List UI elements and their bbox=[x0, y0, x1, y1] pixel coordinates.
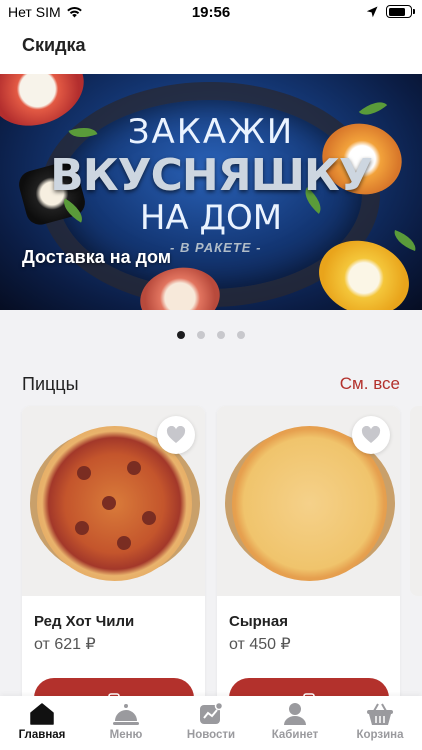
tab-label: Кабинет bbox=[271, 729, 319, 741]
banner-headline-2: ВКУСНЯШКУ bbox=[50, 150, 373, 201]
banner-headline-4: - В РАКЕТЕ - bbox=[170, 240, 262, 255]
see-all-link[interactable]: См. все bbox=[340, 374, 400, 394]
product-card[interactable]: Сырная от 450 ₽ bbox=[217, 406, 400, 706]
home-icon bbox=[30, 703, 54, 725]
topping bbox=[75, 521, 89, 535]
banner-headline-1: ЗАКАЖИ bbox=[127, 112, 295, 152]
product-price: от 621 ₽ bbox=[34, 636, 96, 653]
location-arrow-icon bbox=[366, 6, 378, 17]
tab-home[interactable]: Главная bbox=[0, 702, 84, 741]
tab-label: Меню bbox=[109, 729, 143, 741]
topping bbox=[77, 466, 91, 480]
status-icons bbox=[366, 5, 415, 18]
news-chart-icon bbox=[200, 702, 224, 724]
topping bbox=[117, 536, 131, 550]
section-title: Пиццы bbox=[22, 374, 79, 394]
pager-dot[interactable] bbox=[237, 331, 245, 339]
topping bbox=[142, 511, 156, 525]
heart-icon bbox=[166, 426, 186, 443]
tab-label: Новости bbox=[186, 729, 236, 741]
battery-level bbox=[388, 7, 406, 16]
status-bar: Нет SIM 19:56 bbox=[0, 0, 422, 26]
heart-icon bbox=[361, 426, 381, 443]
product-image bbox=[217, 406, 400, 596]
product-price: от 450 ₽ bbox=[229, 636, 291, 653]
pager-dot[interactable] bbox=[197, 331, 205, 339]
next-product-card-peek[interactable] bbox=[410, 406, 422, 596]
page-title: Скидка bbox=[22, 35, 86, 55]
carousel-pager[interactable] bbox=[0, 331, 422, 339]
banner-caption: Доставка на дом bbox=[22, 247, 172, 267]
promo-banner[interactable]: ЗАКАЖИ ВКУСНЯШКУ НА ДОМ - В РАКЕТЕ - Дос… bbox=[0, 74, 422, 310]
tab-label: Главная bbox=[18, 729, 66, 741]
product-name: Ред Хот Чили bbox=[34, 613, 135, 630]
tab-account[interactable]: Кабинет bbox=[253, 702, 337, 741]
battery-icon bbox=[386, 5, 415, 18]
clock: 19:56 bbox=[191, 4, 231, 21]
product-name: Сырная bbox=[229, 613, 288, 630]
product-card[interactable]: Ред Хот Чили от 621 ₽ bbox=[22, 406, 205, 706]
section-header: Пиццы См. все bbox=[22, 374, 400, 400]
topping bbox=[102, 496, 116, 510]
favorite-button[interactable] bbox=[352, 416, 390, 454]
cloche-icon bbox=[113, 704, 139, 725]
header: Скидка bbox=[0, 26, 422, 74]
banner-headline-3: НА ДОМ bbox=[139, 198, 283, 238]
tab-menu[interactable]: Меню bbox=[84, 702, 168, 741]
tab-news[interactable]: Новости bbox=[169, 702, 253, 741]
pager-dot[interactable] bbox=[217, 331, 225, 339]
tab-bar: Главная Меню Новости Кабинет Корзина bbox=[0, 696, 422, 750]
topping bbox=[127, 461, 141, 475]
pager-dot[interactable] bbox=[177, 331, 185, 339]
tab-cart[interactable]: Корзина bbox=[338, 702, 422, 741]
tab-label: Корзина bbox=[356, 729, 404, 741]
user-icon bbox=[284, 703, 306, 725]
basket-icon bbox=[367, 703, 393, 725]
favorite-button[interactable] bbox=[157, 416, 195, 454]
product-image bbox=[22, 406, 205, 596]
